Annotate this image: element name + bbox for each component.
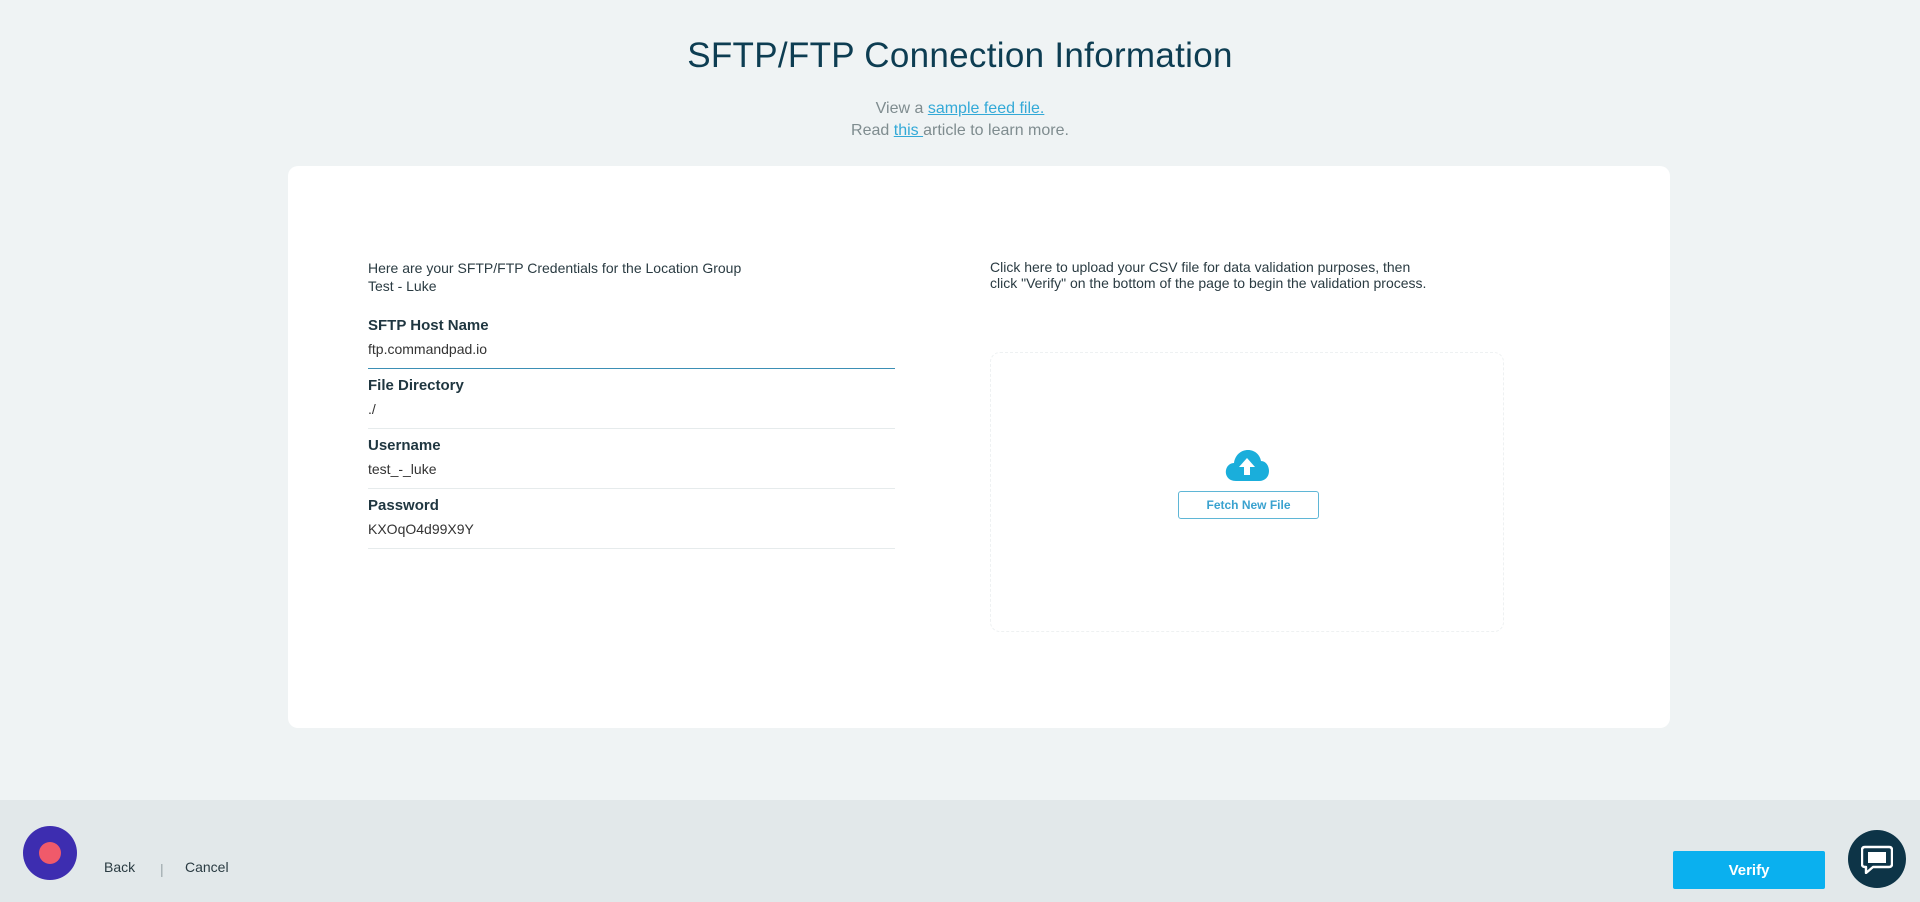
username-field: Username <box>368 429 895 489</box>
article-line: Read this article to learn more. <box>0 122 1920 140</box>
fetch-new-file-button[interactable]: Fetch New File <box>1178 491 1319 519</box>
upload-intro: Click here to upload your CSV file for d… <box>990 259 1510 291</box>
chat-launcher[interactable] <box>1848 830 1906 888</box>
upload-panel: Click here to upload your CSV file for d… <box>990 259 1510 632</box>
upload-dropzone[interactable]: Fetch New File <box>990 352 1504 632</box>
verify-button[interactable]: Verify <box>1673 851 1825 889</box>
password-field: Password <box>368 489 895 549</box>
assistant-dot-icon <box>39 842 61 864</box>
host-name-label: SFTP Host Name <box>368 317 489 334</box>
cloud-upload-icon <box>1225 450 1269 481</box>
sample-feed-line: View a sample feed file. <box>0 100 1920 118</box>
footer-separator: | <box>160 861 164 877</box>
page-title: SFTP/FTP Connection Information <box>687 36 1233 75</box>
credentials-panel: Here are your SFTP/FTP Credentials for t… <box>368 259 895 549</box>
upload-intro-line1: Click here to upload your CSV file for d… <box>990 259 1411 275</box>
username-input[interactable] <box>368 461 895 477</box>
article-link[interactable]: this <box>894 122 923 139</box>
credentials-intro-group: Test - Luke <box>368 278 437 294</box>
page: SFTP/FTP Connection Information View a s… <box>0 0 1920 902</box>
back-link[interactable]: Back <box>104 859 135 875</box>
chat-bubble-icon <box>1861 845 1893 874</box>
file-directory-label: File Directory <box>368 377 464 394</box>
connection-card: Here are your SFTP/FTP Credentials for t… <box>288 166 1670 728</box>
article-prefix: Read <box>851 122 894 139</box>
host-name-field: SFTP Host Name <box>368 309 895 369</box>
credentials-intro-line1: Here are your SFTP/FTP Credentials for t… <box>368 260 742 276</box>
cancel-link[interactable]: Cancel <box>185 859 229 875</box>
sample-feed-prefix: View a <box>875 100 928 117</box>
credentials-intro: Here are your SFTP/FTP Credentials for t… <box>368 259 895 295</box>
file-directory-field: File Directory <box>368 369 895 429</box>
article-suffix: article to learn more. <box>923 122 1069 139</box>
upload-intro-line2: click "Verify" on the bottom of the page… <box>990 275 1427 291</box>
assistant-launcher[interactable] <box>23 826 77 880</box>
footer-bar <box>0 800 1920 902</box>
password-input[interactable] <box>368 521 895 537</box>
file-directory-input[interactable] <box>368 401 895 417</box>
username-label: Username <box>368 437 441 454</box>
sample-feed-link[interactable]: sample feed file. <box>928 100 1045 117</box>
password-label: Password <box>368 497 439 514</box>
host-name-input[interactable] <box>368 341 895 357</box>
